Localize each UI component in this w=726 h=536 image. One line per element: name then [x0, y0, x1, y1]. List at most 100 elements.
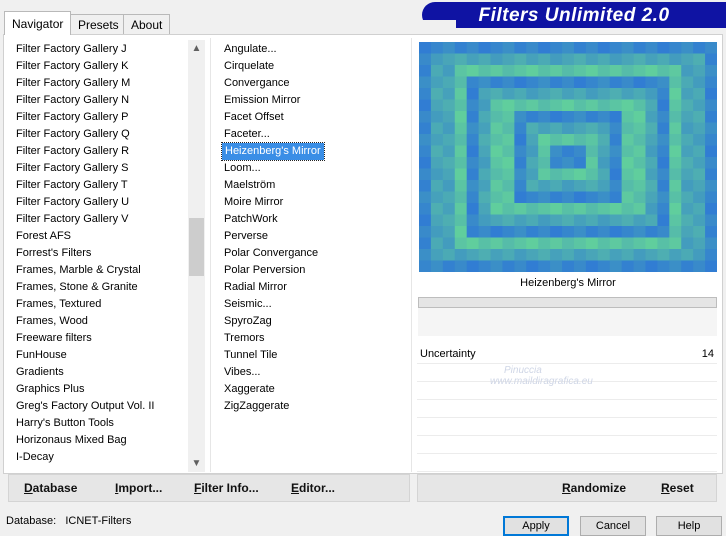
category-item[interactable]: Gradients	[16, 364, 186, 381]
filter-item-label: Polar Perversion	[224, 264, 306, 276]
filter-item[interactable]: Polar Convergance	[224, 245, 404, 262]
parameter-row[interactable]	[417, 454, 717, 472]
filter-list[interactable]: Angulate... Cirquelate Convergance Emission…	[221, 41, 404, 415]
filter-item[interactable]: SpyroZag	[224, 313, 404, 330]
filter-item-label: Tremors	[224, 332, 265, 344]
category-item[interactable]: Filter Factory Gallery U	[16, 194, 186, 211]
randomize-button[interactable]: Randomize	[562, 481, 626, 495]
filter-item[interactable]: Tunnel Tile	[224, 347, 404, 364]
category-item[interactable]: Filter Factory Gallery V	[16, 211, 186, 228]
filter-item[interactable]: Seismic...	[224, 296, 404, 313]
filter-item-label: Loom...	[224, 162, 261, 174]
filter-item[interactable]: Cirquelate	[224, 58, 404, 75]
category-scrollbar[interactable]: ▲ ▼	[188, 40, 205, 472]
scroll-down-arrow-icon[interactable]: ▼	[188, 455, 205, 472]
filter-item[interactable]: Loom...	[224, 160, 404, 177]
category-item[interactable]: Greg's Factory Output Vol. II	[16, 398, 186, 415]
filter-item-label: Angulate...	[224, 43, 277, 55]
preview-caption: Heizenberg's Mirror	[520, 277, 616, 289]
category-item[interactable]: Graphics Plus	[16, 381, 186, 398]
category-item[interactable]: Filter Factory Gallery Q	[16, 126, 186, 143]
category-item[interactable]: Filter Factory Gallery N	[16, 92, 186, 109]
filter-item[interactable]: Convergance	[224, 75, 404, 92]
category-item[interactable]: Filter Factory Gallery T	[16, 177, 186, 194]
filter-item[interactable]: PatchWork	[224, 211, 404, 228]
category-item[interactable]: Filter Factory Gallery K	[16, 58, 186, 75]
category-item[interactable]: Forest AFS	[16, 228, 186, 245]
category-item[interactable]: Filter Factory Gallery S	[16, 160, 186, 177]
database-button[interactable]: Database	[24, 481, 77, 495]
filter-item-label: SpyroZag	[224, 315, 272, 327]
filter-item[interactable]: Tremors	[224, 330, 404, 347]
filter-item-label: Heizenberg's Mirror	[221, 142, 325, 161]
import-button[interactable]: Import...	[115, 481, 162, 495]
filter-item-label: Maelström	[224, 179, 276, 191]
filter-item[interactable]: ZigZaggerate	[224, 398, 404, 415]
parameter-row[interactable]	[417, 436, 717, 454]
filter-item[interactable]: Radial Mirror	[224, 279, 404, 296]
scroll-thumb[interactable]	[189, 218, 204, 276]
filter-item-label: Radial Mirror	[224, 281, 287, 293]
filter-info-button[interactable]: Filter Info...	[194, 481, 259, 495]
filter-preview-image	[419, 42, 717, 272]
filter-item-label: Cirquelate	[224, 60, 275, 72]
parameter-value[interactable]: 14	[690, 348, 714, 360]
filter-item[interactable]: Maelström	[224, 177, 404, 194]
filter-item-label: Faceter...	[224, 128, 270, 140]
category-item[interactable]: Frames, Textured	[16, 296, 186, 313]
tab-navigator[interactable]: Navigator	[4, 11, 72, 35]
filter-item-label: Perverse	[224, 230, 269, 242]
tab-about[interactable]: About	[123, 14, 171, 34]
filter-item[interactable]: Moire Mirror	[224, 194, 404, 211]
category-list[interactable]: Filter Factory Gallery J Filter Factory G…	[16, 41, 186, 466]
parameter-label: Uncertainty	[420, 348, 476, 360]
filter-item[interactable]: Vibes...	[224, 364, 404, 381]
category-item[interactable]: Frames, Stone & Granite	[16, 279, 186, 296]
status-database: Database: ICNET-Filters	[6, 515, 132, 527]
tab-presets[interactable]: Presets	[70, 14, 127, 34]
filter-item-label: Facet Offset	[224, 111, 284, 123]
parameter-row[interactable]	[417, 400, 717, 418]
help-button[interactable]: Help	[656, 516, 722, 536]
category-item[interactable]: Filter Factory Gallery P	[16, 109, 186, 126]
reset-button[interactable]: Reset	[661, 481, 694, 495]
filter-item-label: PatchWork	[224, 213, 278, 225]
parameter-row[interactable]	[417, 418, 717, 436]
category-item[interactable]: Freeware filters	[16, 330, 186, 347]
info-area	[418, 308, 717, 336]
category-item[interactable]: Frames, Wood	[16, 313, 186, 330]
filter-item-label: Polar Convergance	[224, 247, 319, 259]
category-item[interactable]: I-Decay	[16, 449, 186, 466]
category-item[interactable]: Filter Factory Gallery M	[16, 75, 186, 92]
banner-title: Filters Unlimited 2.0	[416, 2, 726, 30]
filter-item[interactable]: Heizenberg's Mirror	[221, 142, 404, 161]
category-item[interactable]: Harry's Button Tools	[16, 415, 186, 432]
category-item[interactable]: Forrest's Filters	[16, 245, 186, 262]
apply-button[interactable]: Apply	[503, 516, 569, 536]
filter-item-label: Emission Mirror	[224, 94, 301, 106]
category-item[interactable]: FunHouse	[16, 347, 186, 364]
category-item[interactable]: Horizonaus Mixed Bag	[16, 432, 186, 449]
filter-item[interactable]: Xaggerate	[224, 381, 404, 398]
progress-bar	[418, 297, 717, 308]
cancel-button[interactable]: Cancel	[580, 516, 646, 536]
category-item[interactable]: Frames, Marble & Crystal	[16, 262, 186, 279]
filter-item-label: Vibes...	[224, 366, 261, 378]
watermark: Pinuccia www.maildiragrafica.eu	[490, 365, 593, 387]
filter-item[interactable]: Emission Mirror	[224, 92, 404, 109]
filter-item-label: ZigZaggerate	[224, 400, 290, 412]
filter-item-label: Seismic...	[224, 298, 272, 310]
category-item[interactable]: Filter Factory Gallery J	[16, 41, 186, 58]
filter-item[interactable]: Facet Offset	[224, 109, 404, 126]
category-item[interactable]: Filter Factory Gallery R	[16, 143, 186, 160]
editor-button[interactable]: Editor...	[291, 481, 335, 495]
scroll-up-arrow-icon[interactable]: ▲	[188, 40, 205, 57]
filter-item-label: Xaggerate	[224, 383, 275, 395]
filter-item[interactable]: Faceter...	[224, 126, 404, 143]
filter-item[interactable]: Perverse	[224, 228, 404, 245]
filter-item[interactable]: Angulate...	[224, 41, 404, 58]
filter-item-label: Tunnel Tile	[224, 349, 278, 361]
filter-item-label: Convergance	[224, 77, 290, 89]
filter-item-label: Moire Mirror	[224, 196, 284, 208]
filter-item[interactable]: Polar Perversion	[224, 262, 404, 279]
